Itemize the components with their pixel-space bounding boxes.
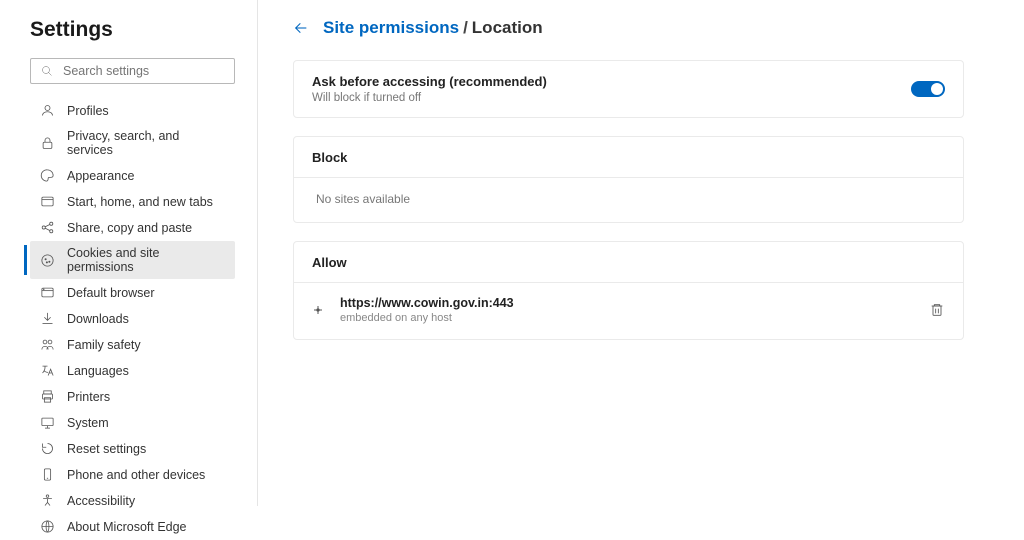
ask-label: Ask before accessing (recommended): [312, 74, 547, 89]
sidebar-item-label: Appearance: [67, 169, 134, 183]
breadcrumb-link[interactable]: Site permissions: [323, 18, 459, 38]
sidebar-item-about-microsoft-edge[interactable]: About Microsoft Edge: [30, 514, 235, 539]
settings-title: Settings: [30, 18, 235, 42]
sidebar-item-label: Start, home, and new tabs: [67, 195, 213, 209]
breadcrumb: Site permissions / Location: [293, 18, 964, 38]
phone-icon: [40, 467, 55, 482]
sidebar-item-label: Share, copy and paste: [67, 221, 192, 235]
block-empty: No sites available: [294, 178, 963, 222]
search-input[interactable]: [63, 64, 224, 78]
sidebar-item-label: Profiles: [67, 104, 109, 118]
search-icon: [41, 64, 53, 78]
search-box[interactable]: [30, 58, 235, 84]
printer-icon: [40, 389, 55, 404]
download-icon: [40, 311, 55, 326]
sidebar-item-label: Phone and other devices: [67, 468, 205, 482]
share-icon: [40, 220, 55, 235]
content: Site permissions / Location Ask before a…: [258, 0, 1024, 506]
sidebar-item-label: Languages: [67, 364, 129, 378]
site-sub: embedded on any host: [340, 312, 929, 324]
breadcrumb-current: Location: [472, 18, 543, 38]
reset-icon: [40, 441, 55, 456]
site-url: https://www.cowin.gov.in:443: [340, 296, 929, 310]
arrow-left-icon: [293, 20, 309, 36]
about-icon: [40, 519, 55, 534]
sidebar-item-label: Accessibility: [67, 494, 135, 508]
lock-icon: [40, 136, 55, 151]
ask-row: Ask before accessing (recommended) Will …: [294, 61, 963, 117]
sidebar-item-label: About Microsoft Edge: [67, 520, 187, 534]
allow-site-row: https://www.cowin.gov.in:443 embedded on …: [294, 283, 963, 339]
expand-icon[interactable]: [312, 304, 324, 316]
sidebar-item-family-safety[interactable]: Family safety: [30, 332, 235, 357]
browser-icon: [40, 285, 55, 300]
cookies-icon: [40, 253, 55, 268]
sidebar-item-label: Family safety: [67, 338, 141, 352]
back-button[interactable]: [293, 20, 309, 36]
sidebar-item-cookies-and-site-permissions[interactable]: Cookies and site permissions: [30, 241, 235, 279]
sidebar-item-profiles[interactable]: Profiles: [30, 98, 235, 123]
sidebar-item-accessibility[interactable]: Accessibility: [30, 488, 235, 513]
sidebar-item-label: System: [67, 416, 109, 430]
delete-site-button[interactable]: [929, 302, 945, 318]
sidebar-item-label: Printers: [67, 390, 110, 404]
sidebar-item-languages[interactable]: Languages: [30, 358, 235, 383]
sidebar: Settings Profiles Privacy, search, and se…: [0, 0, 258, 506]
allow-list: https://www.cowin.gov.in:443 embedded on …: [294, 283, 963, 339]
block-header: Block: [294, 137, 963, 178]
nav-list: Profiles Privacy, search, and services App…: [30, 98, 235, 540]
sidebar-item-reset-settings[interactable]: Reset settings: [30, 436, 235, 461]
sidebar-item-label: Default browser: [67, 286, 155, 300]
profile-icon: [40, 103, 55, 118]
sidebar-item-label: Privacy, search, and services: [67, 129, 227, 157]
sidebar-item-printers[interactable]: Printers: [30, 384, 235, 409]
ask-sub: Will block if turned off: [312, 92, 547, 104]
newtab-icon: [40, 194, 55, 209]
sidebar-item-phone-and-other-devices[interactable]: Phone and other devices: [30, 462, 235, 487]
system-icon: [40, 415, 55, 430]
ask-toggle[interactable]: [911, 81, 945, 97]
sidebar-item-label: Reset settings: [67, 442, 146, 456]
ask-card: Ask before accessing (recommended) Will …: [293, 60, 964, 118]
sidebar-item-downloads[interactable]: Downloads: [30, 306, 235, 331]
sidebar-item-label: Downloads: [67, 312, 129, 326]
family-icon: [40, 337, 55, 352]
sidebar-item-label: Cookies and site permissions: [67, 246, 227, 274]
block-card: Block No sites available: [293, 136, 964, 223]
sidebar-item-share-copy-and-paste[interactable]: Share, copy and paste: [30, 215, 235, 240]
allow-header: Allow: [294, 242, 963, 283]
sidebar-item-default-browser[interactable]: Default browser: [30, 280, 235, 305]
sidebar-item-privacy-search-and-services[interactable]: Privacy, search, and services: [30, 124, 235, 162]
language-icon: [40, 363, 55, 378]
sidebar-item-start-home-and-new-tabs[interactable]: Start, home, and new tabs: [30, 189, 235, 214]
allow-card: Allow https://www.cowin.gov.in:443 embedd…: [293, 241, 964, 340]
sidebar-item-appearance[interactable]: Appearance: [30, 163, 235, 188]
breadcrumb-sep: /: [463, 18, 468, 38]
sidebar-item-system[interactable]: System: [30, 410, 235, 435]
appearance-icon: [40, 168, 55, 183]
